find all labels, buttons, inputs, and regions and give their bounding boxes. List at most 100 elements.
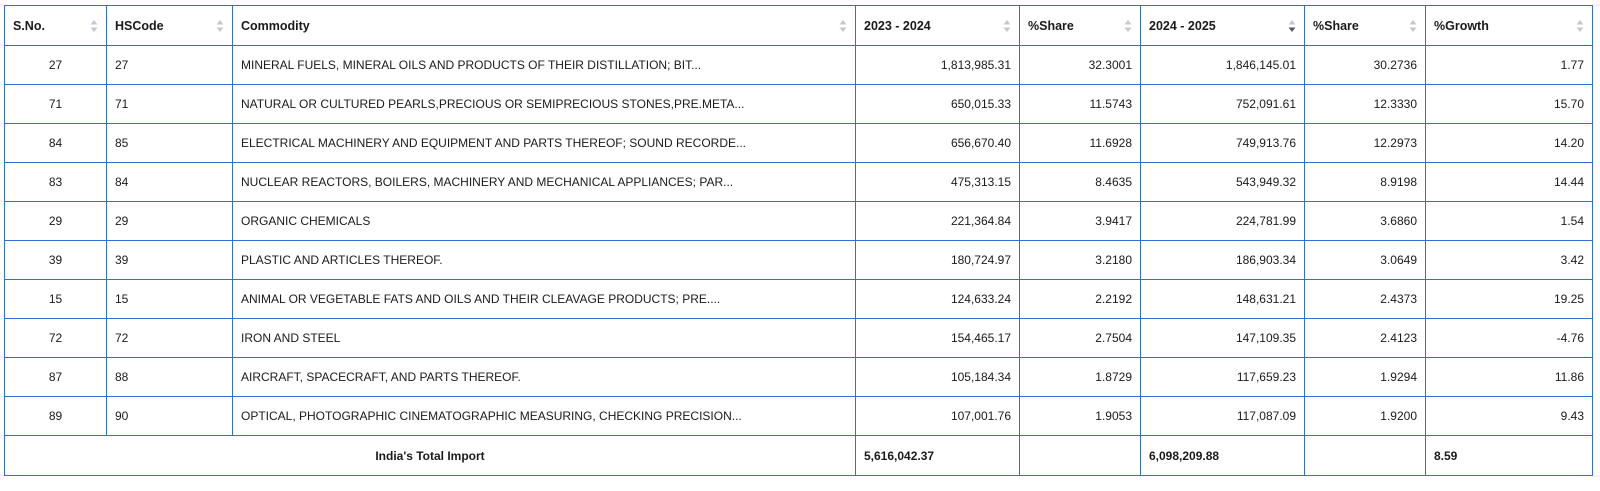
share-2023-2024-cell: 2.7504 [1019,318,1141,358]
value-2024-2025-cell: 147,109.35 [1140,318,1305,358]
share-2023-2024-cell: 2.2192 [1019,279,1141,319]
commodity-cell: OPTICAL, PHOTOGRAPHIC CINEMATOGRAPHIC ME… [232,396,856,436]
sort-icon[interactable] [1409,19,1417,33]
column-header-label: 2024 - 2025 [1149,18,1216,33]
value-2024-2025-cell: 749,913.76 [1140,123,1305,163]
sno-cell: 15 [4,279,107,319]
column-header-value-2023-2024[interactable]: 2023 - 2024 [855,5,1020,46]
table-row: 39 39 PLASTIC AND ARTICLES THEREOF. 180,724… [4,240,1593,280]
sort-icon[interactable] [1576,19,1584,33]
hscode-cell: 72 [106,318,233,358]
table-row: 71 71 NATURAL OR CULTURED PEARLS,PRECIOUS … [4,84,1593,124]
sno-cell: 27 [4,45,107,85]
column-header-hscode[interactable]: HSCode [106,5,233,46]
share-2023-2024-cell: 32.3001 [1019,45,1141,85]
share-2024-2025-cell: 1.9200 [1304,396,1426,436]
sort-icon[interactable] [216,19,224,33]
growth-cell: -4.76 [1425,318,1593,358]
commodity-cell: PLASTIC AND ARTICLES THEREOF. [232,240,856,280]
sno-cell: 29 [4,201,107,241]
share-2023-2024-cell: 3.2180 [1019,240,1141,280]
growth-cell: 19.25 [1425,279,1593,319]
share-2024-2025-cell: 1.9294 [1304,357,1426,397]
commodity-cell: AIRCRAFT, SPACECRAFT, AND PARTS THEREOF. [232,357,856,397]
share-2024-2025-cell: 8.9198 [1304,162,1426,202]
table-row: 84 85 ELECTRICAL MACHINERY AND EQUIPMENT A… [4,123,1593,163]
column-header-growth[interactable]: %Growth [1425,5,1593,46]
table-row: 83 84 NUCLEAR REACTORS, BOILERS, MACHINERY… [4,162,1593,202]
column-header-label: HSCode [115,18,164,33]
value-2024-2025-cell: 117,087.09 [1140,396,1305,436]
value-2023-2024-cell: 650,015.33 [855,84,1020,124]
column-header-share-2023-2024[interactable]: %Share [1019,5,1141,46]
sort-icon[interactable] [1003,19,1011,33]
hscode-cell: 27 [106,45,233,85]
column-header-label: 2023 - 2024 [864,18,931,33]
sno-cell: 89 [4,396,107,436]
sno-cell: 71 [4,84,107,124]
import-table-container: S.No. HSCode Commodity 2023 - 2024 %Share 202… [4,5,1593,476]
column-header-value-2024-2025[interactable]: 2024 - 2025 [1140,5,1305,46]
share-2024-2025-cell: 2.4123 [1304,318,1426,358]
sno-cell: 39 [4,240,107,280]
total-share-2024-2025 [1304,435,1426,476]
commodity-import-table: S.No. HSCode Commodity 2023 - 2024 %Share 202… [4,5,1593,476]
total-share-2023-2024 [1019,435,1141,476]
commodity-cell: NATURAL OR CULTURED PEARLS,PRECIOUS OR S… [232,84,856,124]
commodity-cell: ANIMAL OR VEGETABLE FATS AND OILS AND TH… [232,279,856,319]
value-2024-2025-cell: 752,091.61 [1140,84,1305,124]
growth-cell: 15.70 [1425,84,1593,124]
value-2023-2024-cell: 221,364.84 [855,201,1020,241]
value-2024-2025-cell: 1,846,145.01 [1140,45,1305,85]
total-row: India's Total Import 5,616,042.37 6,098,… [4,435,1593,476]
value-2023-2024-cell: 180,724.97 [855,240,1020,280]
growth-cell: 11.86 [1425,357,1593,397]
commodity-cell: IRON AND STEEL [232,318,856,358]
sno-cell: 84 [4,123,107,163]
share-2023-2024-cell: 1.8729 [1019,357,1141,397]
value-2023-2024-cell: 154,465.17 [855,318,1020,358]
value-2023-2024-cell: 656,670.40 [855,123,1020,163]
sort-icon[interactable] [1124,19,1132,33]
hscode-cell: 15 [106,279,233,319]
column-header-label: %Share [1313,18,1359,33]
growth-cell: 1.54 [1425,201,1593,241]
share-2024-2025-cell: 12.2973 [1304,123,1426,163]
commodity-cell: MINERAL FUELS, MINERAL OILS AND PRODUCTS… [232,45,856,85]
hscode-cell: 39 [106,240,233,280]
sort-icon[interactable] [839,19,847,33]
share-2024-2025-cell: 12.3330 [1304,84,1426,124]
growth-cell: 1.77 [1425,45,1593,85]
hscode-cell: 88 [106,357,233,397]
share-2024-2025-cell: 3.0649 [1304,240,1426,280]
column-header-sno[interactable]: S.No. [4,5,107,46]
value-2024-2025-cell: 148,631.21 [1140,279,1305,319]
column-header-share-2024-2025[interactable]: %Share [1304,5,1426,46]
hscode-cell: 90 [106,396,233,436]
column-header-label: S.No. [13,18,45,33]
share-2023-2024-cell: 8.4635 [1019,162,1141,202]
value-2023-2024-cell: 107,001.76 [855,396,1020,436]
value-2024-2025-cell: 224,781.99 [1140,201,1305,241]
column-header-commodity[interactable]: Commodity [232,5,856,46]
value-2023-2024-cell: 124,633.24 [855,279,1020,319]
header-row: S.No. HSCode Commodity 2023 - 2024 %Share 202… [4,5,1593,46]
growth-cell: 14.20 [1425,123,1593,163]
share-2023-2024-cell: 11.5743 [1019,84,1141,124]
growth-cell: 3.42 [1425,240,1593,280]
total-growth: 8.59 [1425,435,1593,476]
table-row: 87 88 AIRCRAFT, SPACECRAFT, AND PARTS THER… [4,357,1593,397]
sno-cell: 87 [4,357,107,397]
sort-descending-icon[interactable] [1288,19,1296,33]
sno-cell: 83 [4,162,107,202]
table-body: 27 27 MINERAL FUELS, MINERAL OILS AND PROD… [4,45,1593,436]
share-2023-2024-cell: 3.9417 [1019,201,1141,241]
value-2024-2025-cell: 186,903.34 [1140,240,1305,280]
commodity-cell: ELECTRICAL MACHINERY AND EQUIPMENT AND P… [232,123,856,163]
column-header-label: %Growth [1434,18,1489,33]
sort-icon[interactable] [90,19,98,33]
commodity-cell: NUCLEAR REACTORS, BOILERS, MACHINERY AND… [232,162,856,202]
value-2023-2024-cell: 1,813,985.31 [855,45,1020,85]
value-2024-2025-cell: 543,949.32 [1140,162,1305,202]
hscode-cell: 29 [106,201,233,241]
